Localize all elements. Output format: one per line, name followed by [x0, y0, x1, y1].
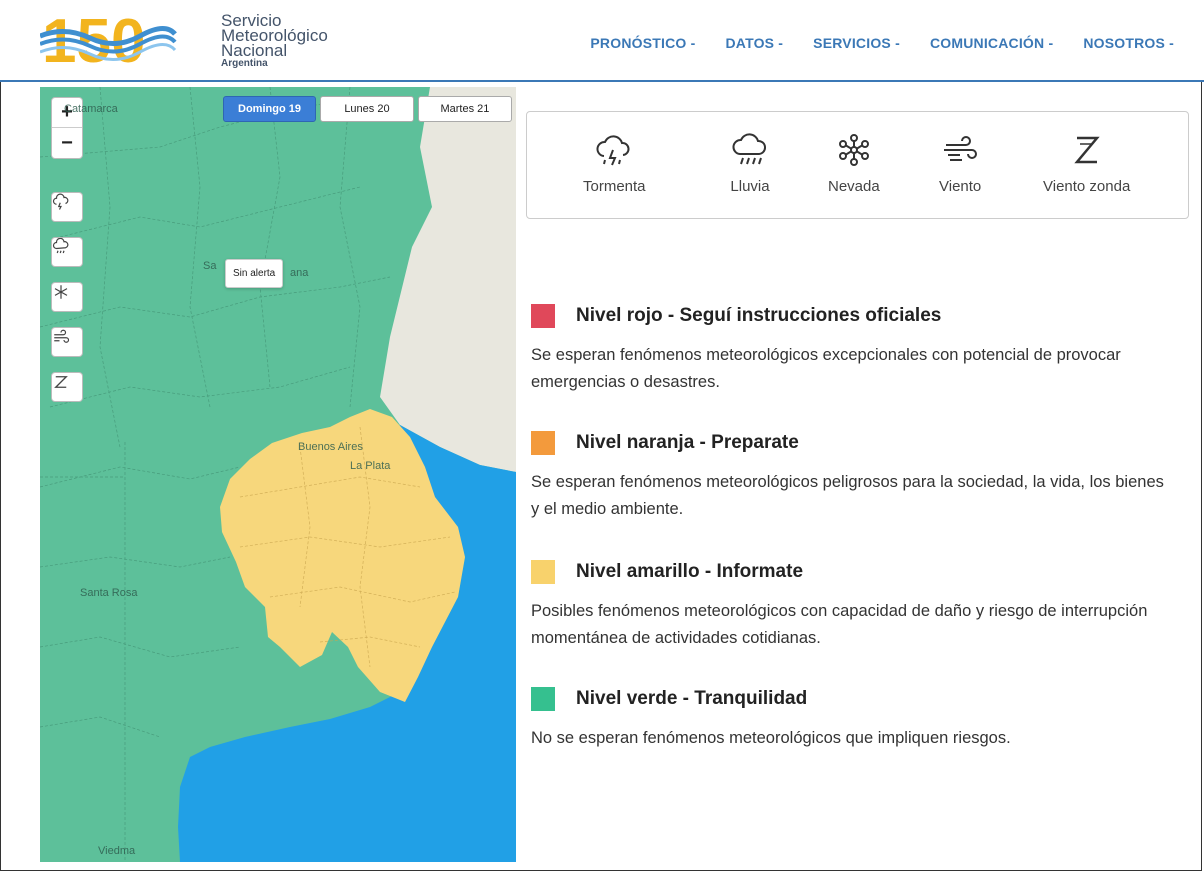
site-header: 150 Servicio Meteorológico Nacional Arge…	[0, 0, 1204, 82]
storm-icon	[596, 135, 630, 166]
level-description: Se esperan fenómenos meteorológicos peli…	[531, 473, 1164, 518]
level-header: Nivel naranja - Preparate	[531, 431, 1171, 455]
place-santa-fe-b: ana	[290, 267, 309, 279]
level-swatch-yellow	[531, 560, 555, 584]
level-title: Nivel naranja - Preparate	[576, 432, 799, 453]
rain-icon	[52, 238, 69, 254]
snow-icon	[838, 134, 869, 166]
phenomenon-viento-zonda[interactable]: Viento zonda	[1043, 130, 1130, 195]
nav-label: SERVICIOS	[813, 35, 891, 51]
caret-down-icon: -	[1048, 35, 1054, 51]
nav-pronostico[interactable]: PRONÓSTICO -	[590, 35, 695, 51]
place-catamarca: Catamarca	[64, 103, 118, 115]
phenomenon-viento[interactable]: Viento	[939, 130, 981, 195]
level-amarillo: Nivel amarillo - Informate Posibles fenó…	[531, 560, 1171, 652]
snow-icon	[54, 285, 68, 299]
logo-150-graphic: 150	[39, 7, 177, 76]
zonda-filter-button[interactable]	[51, 372, 83, 402]
place-buenos-aires: Buenos Aires	[298, 441, 363, 453]
tab-martes-21[interactable]: Martes 21	[417, 96, 512, 122]
caret-down-icon: -	[895, 35, 900, 51]
nav-datos[interactable]: DATOS -	[725, 35, 783, 51]
tab-lunes-20[interactable]: Lunes 20	[319, 96, 414, 122]
level-swatch-green	[531, 687, 555, 711]
neighbor-land	[380, 87, 516, 472]
level-header: Nivel rojo - Seguí instrucciones oficial…	[531, 304, 1171, 328]
nav-label: NOSOTROS	[1083, 35, 1166, 51]
smn-logo[interactable]: 150 Servicio Meteorológico Nacional Arge…	[39, 6, 328, 76]
wind-icon	[54, 329, 70, 343]
logo-text: Servicio Meteorológico Nacional Argentin…	[221, 12, 328, 69]
phenomenon-label: Tormenta	[583, 178, 646, 195]
level-header: Nivel amarillo - Informate	[531, 560, 1171, 584]
place-la-plata: La Plata	[350, 460, 391, 472]
zonda-icon	[54, 376, 68, 388]
caret-down-icon: -	[778, 35, 784, 51]
day-tabs: Domingo 19 Lunes 20 Martes 21	[223, 96, 512, 122]
phenomenon-label: Lluvia	[730, 178, 770, 195]
tab-domingo-19[interactable]: Domingo 19	[223, 96, 316, 122]
wind-filter-button[interactable]	[51, 327, 83, 357]
nav-label: DATOS	[725, 35, 775, 51]
level-title: Nivel verde - Tranquilidad	[576, 688, 808, 709]
level-verde: Nivel verde - Tranquilidad No se esperan…	[531, 687, 1171, 752]
level-title: Nivel amarillo - Informate	[576, 561, 804, 582]
nav-label: COMUNICACIÓN	[929, 35, 1045, 51]
place-viedma: Viedma	[98, 845, 136, 857]
main-nav: PRONÓSTICO - DATOS - SERVICIOS - COMUNIC…	[590, 35, 1174, 51]
level-swatch-red	[531, 304, 555, 328]
region-tooltip: Sin alerta	[225, 259, 284, 288]
map-canvas	[40, 87, 516, 862]
storm-filter-button[interactable]	[51, 192, 83, 222]
nav-nosotros[interactable]: NOSOTROS -	[1083, 35, 1174, 51]
nav-servicios[interactable]: SERVICIOS -	[813, 35, 900, 51]
alert-map[interactable]: + − Domingo 19 Lunes 20 Martes 21 Catama…	[40, 87, 516, 862]
phenomenon-lluvia[interactable]: Lluvia	[730, 130, 770, 195]
snow-filter-button[interactable]	[51, 282, 83, 312]
level-swatch-orange	[531, 431, 555, 455]
level-title: Nivel rojo - Seguí instrucciones oficial…	[576, 305, 942, 326]
zonda-icon	[1073, 136, 1100, 164]
phenomenon-nevada[interactable]: Nevada	[828, 130, 880, 195]
phenomenon-tormenta[interactable]: Tormenta	[583, 130, 646, 195]
phenomenon-label: Viento zonda	[1043, 178, 1131, 195]
phenomena-panel: Tormenta Lluvia Nevada Viento Viento zon…	[526, 111, 1189, 219]
rain-filter-button[interactable]	[51, 237, 83, 267]
rain-icon	[732, 133, 766, 165]
level-description: Se esperan fenómenos meteorológicos exce…	[531, 346, 1121, 391]
logo-line-3: Nacional	[221, 41, 288, 60]
phenomenon-label: Viento	[939, 178, 982, 195]
nav-label: PRONÓSTICO	[590, 35, 687, 51]
wind-icon	[944, 136, 978, 161]
level-rojo: Nivel rojo - Seguí instrucciones oficial…	[531, 304, 1171, 396]
place-santa-rosa: Santa Rosa	[80, 587, 138, 599]
caret-down-icon: -	[1169, 35, 1174, 51]
caret-down-icon: -	[690, 35, 696, 51]
nav-comunicacion[interactable]: COMUNICACIÓN -	[930, 35, 1053, 51]
place-santa-fe-a: Sa	[203, 260, 217, 272]
level-naranja: Nivel naranja - Preparate Se esperan fen…	[531, 431, 1171, 523]
level-header: Nivel verde - Tranquilidad	[531, 687, 1171, 711]
storm-icon	[52, 193, 69, 210]
phenomenon-label: Nevada	[828, 178, 880, 195]
level-description: Posibles fenómenos meteorológicos con ca…	[531, 602, 1148, 647]
zoom-out-button[interactable]: −	[52, 128, 82, 158]
level-description: No se esperan fenómenos meteorológicos q…	[531, 729, 1011, 747]
